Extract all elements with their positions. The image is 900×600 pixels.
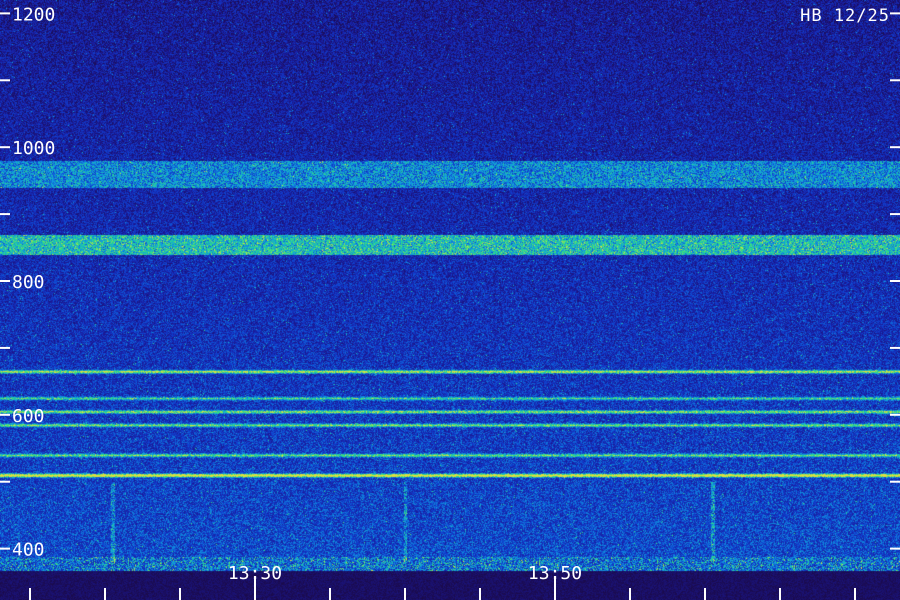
x-tick-label: 13:50: [528, 563, 582, 584]
y-tick-label: 1200: [12, 4, 55, 25]
axes-overlay: 4006008001000120013:1013:3013:50: [0, 4, 900, 600]
y-tick-label: 1000: [12, 138, 55, 159]
x-tick-label: 13:30: [228, 563, 282, 584]
y-tick-label: 800: [12, 272, 45, 293]
spectrogram-chart: 4006008001000120013:1013:3013:50 HB 12/2…: [0, 0, 900, 600]
y-tick-label: 400: [12, 540, 45, 561]
corner-label: HB 12/25: [800, 6, 890, 26]
y-tick-label: 600: [12, 406, 45, 427]
